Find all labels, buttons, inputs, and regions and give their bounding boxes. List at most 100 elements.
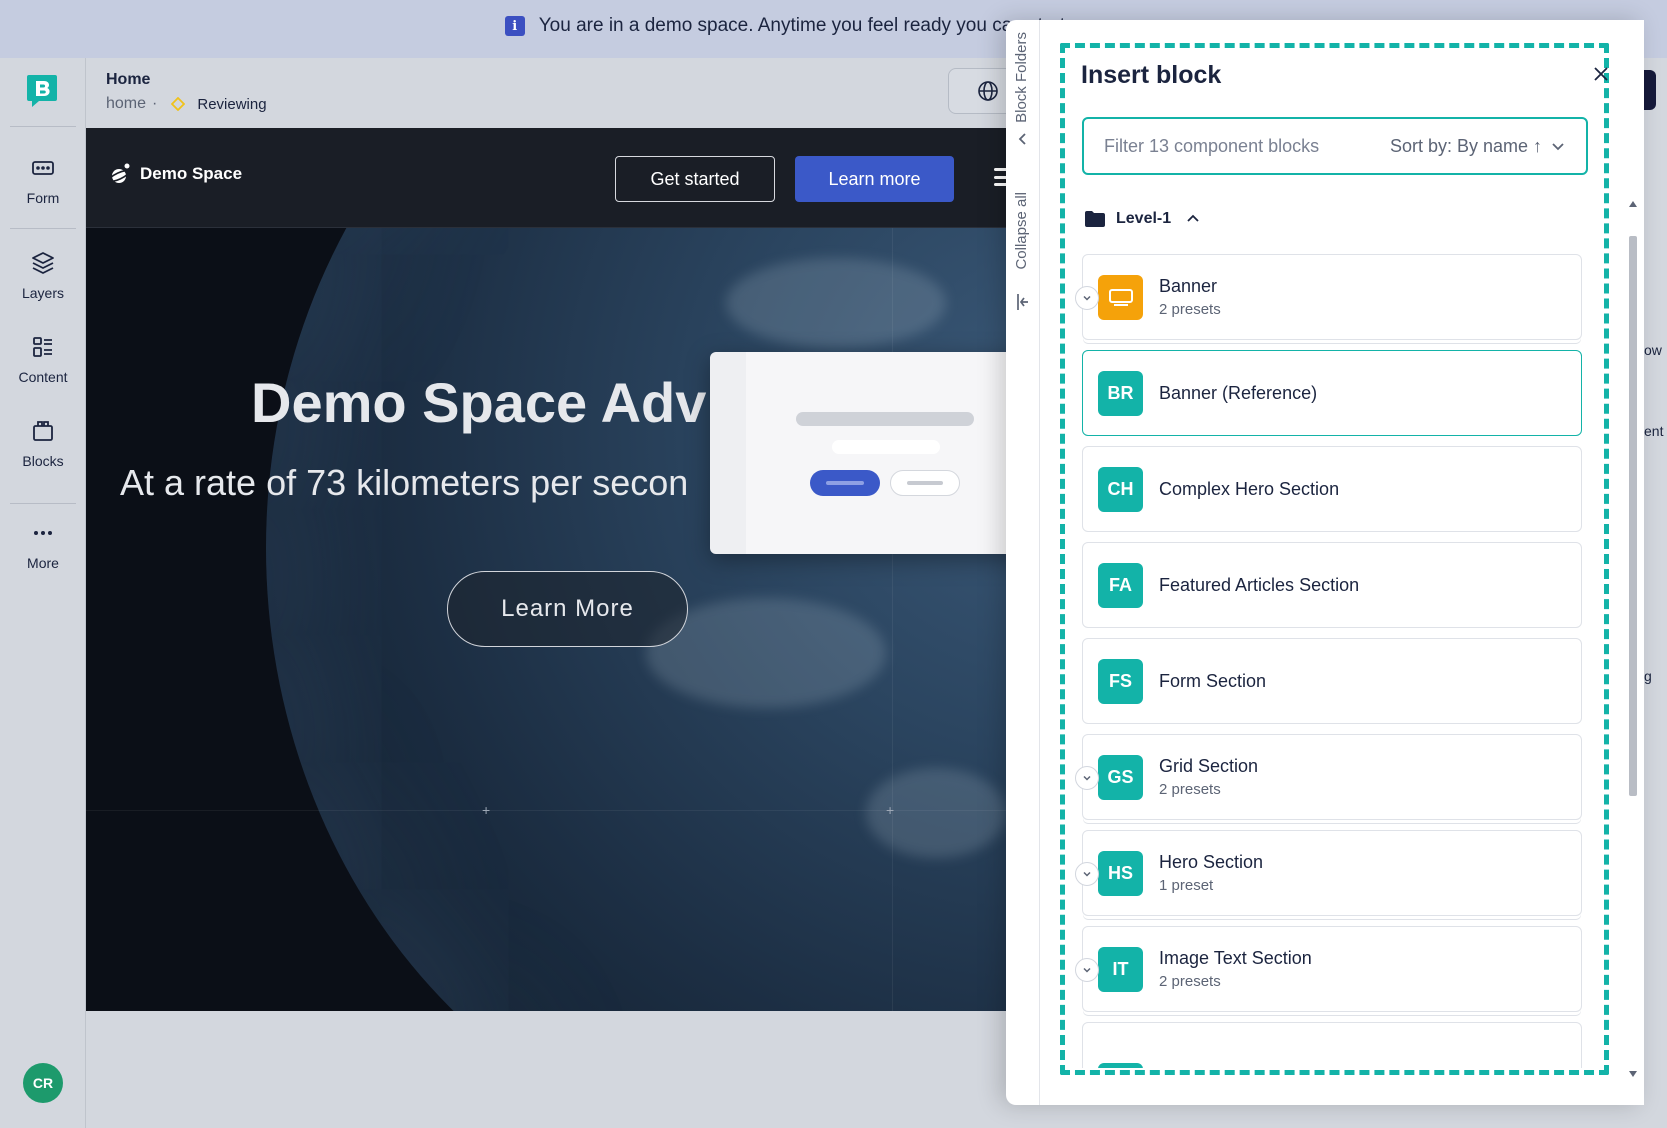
block-badge — [1098, 1062, 1143, 1068]
scrollbar-thumb[interactable] — [1629, 236, 1637, 796]
block-card-image-text-section[interactable]: IT Image Text Section 2 presets — [1075, 926, 1582, 1012]
edge-text: ent — [1644, 423, 1664, 439]
user-avatar[interactable]: CR — [23, 1063, 63, 1103]
block-name: Complex Hero Section — [1159, 478, 1340, 499]
insert-block-drawer: Block Folders Collapse all Insert block … — [1006, 20, 1644, 1105]
canvas-footer-area — [86, 1011, 1006, 1128]
site-nav: Demo Space Get started Learn more — [86, 128, 1006, 228]
hamburger-menu-icon[interactable] — [994, 168, 1006, 186]
block-badge: BR — [1098, 370, 1143, 416]
scroll-up-icon[interactable] — [1628, 200, 1638, 208]
planet-logo-icon — [108, 163, 130, 183]
expand-presets-icon[interactable] — [1075, 862, 1099, 886]
content-icon — [33, 337, 52, 357]
hero-learn-more-button[interactable]: Learn More — [447, 571, 688, 647]
breadcrumb-path[interactable]: home — [106, 95, 146, 113]
rail-item-content[interactable]: Content — [0, 334, 86, 385]
block-badge: HS — [1098, 850, 1143, 896]
collapse-all-button[interactable]: Collapse all — [1013, 192, 1030, 270]
placeholder-line — [832, 440, 940, 454]
globe-icon — [978, 81, 998, 101]
filter-blocks-input[interactable]: Filter 13 component blocks Sort by: By n… — [1082, 117, 1588, 175]
drawer-scrollbar[interactable] — [1626, 200, 1640, 1080]
status-diamond-icon — [171, 97, 186, 111]
block-name: Image Text Section — [1159, 948, 1312, 968]
insert-block-title: Insert block — [1081, 61, 1222, 89]
block-card-partial[interactable] — [1082, 1022, 1582, 1068]
guide-line — [892, 228, 893, 1011]
block-badge: FA — [1098, 562, 1143, 608]
expand-presets-icon[interactable] — [1075, 286, 1099, 310]
rail-item-form[interactable]: Form — [0, 155, 86, 206]
block-name: Banner — [1159, 276, 1218, 296]
cloud-texture — [726, 258, 946, 348]
chevron-left-icon[interactable] — [1016, 132, 1030, 146]
folder-level-1[interactable]: Level-1 — [1084, 210, 1201, 228]
placeholder-button — [890, 470, 960, 496]
collapse-icon[interactable] — [1015, 292, 1031, 312]
block-list: Banner 2 presets BR Banner (Reference) CH… — [1062, 252, 1602, 1068]
banner-block-icon — [1098, 274, 1143, 320]
rail-item-blocks[interactable]: Blocks — [0, 418, 86, 469]
more-icon — [34, 531, 52, 535]
block-badge: GS — [1098, 754, 1143, 800]
hero-subtitle: At a rate of 73 kilometers per secon — [120, 462, 689, 503]
status-label: Reviewing — [197, 95, 267, 113]
block-name: Grid Section — [1159, 756, 1259, 776]
guide-line — [86, 810, 1006, 811]
right-edge-panel: ow ent g — [1644, 58, 1667, 1128]
expand-presets-icon[interactable] — [1075, 958, 1099, 982]
hero-title: Demo Space Adv — [251, 371, 707, 434]
sort-dropdown[interactable]: Sort by: By name ↑ — [1390, 136, 1566, 157]
block-name: Form Section — [1159, 670, 1267, 691]
block-name: Banner (Reference) — [1159, 382, 1318, 403]
rail-item-label: Layers — [21, 285, 65, 301]
block-presets: 1 preset — [1159, 877, 1214, 894]
rail-divider — [10, 126, 76, 127]
block-badge: IT — [1098, 946, 1143, 992]
rail-item-layers[interactable]: Layers — [0, 250, 86, 301]
crosshair-marker: + — [482, 802, 491, 818]
block-card-grid-section[interactable]: GS Grid Section 2 presets — [1075, 734, 1582, 820]
page-title: Home — [106, 71, 151, 88]
editor-header: Home home · Reviewing — [86, 58, 1028, 128]
block-card-featured-articles[interactable]: FA Featured Articles Section — [1082, 542, 1582, 628]
block-card-form-section[interactable]: FS Form Section — [1082, 638, 1582, 724]
block-card-banner[interactable]: Banner 2 presets — [1075, 254, 1582, 340]
chevron-down-icon — [1552, 143, 1564, 151]
learn-more-nav-button[interactable]: Learn more — [795, 156, 954, 202]
close-icon[interactable] — [1591, 64, 1611, 84]
filter-placeholder: Filter 13 component blocks — [1104, 135, 1320, 156]
crosshair-marker: + — [886, 802, 895, 818]
layers-icon — [32, 252, 54, 274]
block-name: Hero Section — [1159, 852, 1264, 872]
placeholder-button — [810, 470, 880, 496]
block-badge: FS — [1098, 658, 1143, 704]
edge-text: g — [1644, 668, 1652, 684]
block-presets: 2 presets — [1159, 301, 1221, 318]
storyblok-logo-icon[interactable] — [27, 75, 57, 107]
block-name: Featured Articles Section — [1159, 574, 1360, 595]
blocks-icon — [33, 421, 53, 441]
sort-label: Sort by: By name ↑ — [1389, 135, 1542, 156]
block-card-complex-hero[interactable]: CH Complex Hero Section — [1082, 446, 1582, 532]
info-icon: i — [504, 16, 525, 36]
rail-item-label: Content — [18, 369, 68, 385]
rail-item-more[interactable]: More — [0, 520, 86, 571]
publish-button-edge[interactable] — [1644, 70, 1656, 110]
scroll-down-icon[interactable] — [1628, 1070, 1638, 1078]
folder-name: Level-1 — [1116, 210, 1172, 227]
chevron-up-icon — [1187, 214, 1199, 222]
block-card-banner-reference[interactable]: BR Banner (Reference) — [1082, 350, 1582, 436]
expand-presets-icon[interactable] — [1075, 766, 1099, 790]
page-preview[interactable]: + + Demo Space Get started Learn more De… — [86, 128, 1006, 1011]
block-badge: CH — [1098, 466, 1143, 512]
block-folders-toggle[interactable]: Block Folders — [1013, 32, 1030, 123]
block-folders-column: Block Folders Collapse all — [1006, 20, 1040, 1105]
block-card-hero-section[interactable]: HS Hero Section 1 preset — [1075, 830, 1582, 916]
get-started-button[interactable]: Get started — [615, 156, 775, 202]
breadcrumb-separator: · — [152, 95, 158, 112]
folder-icon — [1085, 211, 1105, 227]
site-brand[interactable]: Demo Space — [108, 162, 242, 186]
rail-item-label: Blocks — [22, 453, 64, 469]
